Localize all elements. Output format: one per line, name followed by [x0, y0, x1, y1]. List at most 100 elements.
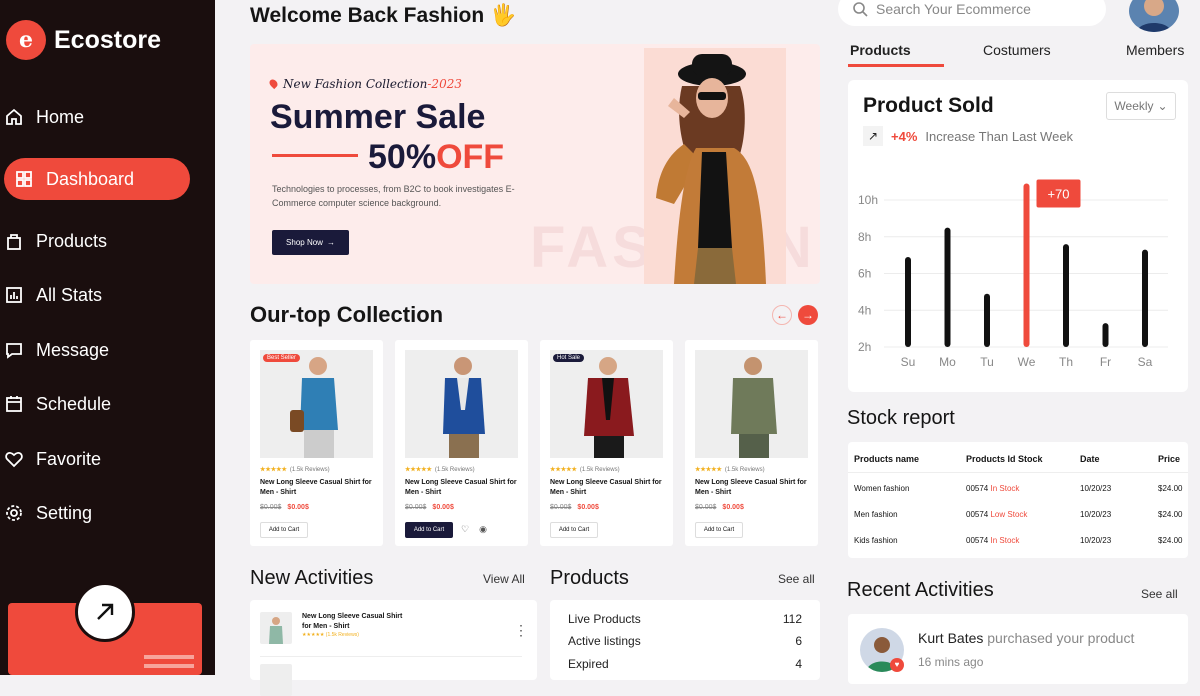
sidebar-item-dashboard[interactable]: Dashboard — [4, 158, 190, 200]
search-icon — [853, 2, 868, 17]
man-illustration — [290, 357, 338, 458]
product-card[interactable]: Hot Sale ★★★★★ (1.5k Reviews) New Long Sl… — [540, 340, 673, 546]
add-to-cart-button[interactable]: Add to Cart — [260, 522, 308, 538]
product-card[interactable]: ★★★★★ (1.5k Reviews) New Long Sleeve Casu… — [685, 340, 818, 546]
tab-costumers[interactable]: Costumers — [983, 42, 1051, 58]
product-price: $0.00$ $0.00$ — [260, 504, 309, 511]
see-all-link[interactable]: See all — [778, 572, 815, 586]
product-image — [260, 350, 373, 458]
tab-members[interactable]: Members — [1126, 42, 1184, 58]
activity-item[interactable]: New Long Sleeve Casual Shirt for Men - S… — [260, 612, 412, 644]
x-tick-label: Sa — [1138, 355, 1153, 369]
divider — [848, 472, 1188, 473]
product-price: $0.00$ $0.00$ — [405, 504, 454, 511]
brand-name: Ecostore — [54, 25, 161, 54]
stock-report-title: Stock report — [847, 407, 955, 429]
product-card[interactable]: ★★★★★ (1.5k Reviews) New Long Sleeve Casu… — [395, 340, 528, 546]
arrow-up-right-button[interactable] — [75, 582, 135, 642]
search-input[interactable]: Search Your Ecommerce — [876, 1, 1031, 17]
y-tick-label: 4h — [858, 303, 871, 317]
sidebar-item-products[interactable]: Products — [4, 220, 107, 262]
sidebar-item-all-stats[interactable]: All Stats — [4, 274, 102, 316]
man-illustration — [731, 357, 777, 458]
message-icon — [6, 343, 22, 359]
product-name[interactable]: New Long Sleeve Casual Shirt for Men - S… — [550, 478, 668, 498]
x-tick-label: Tu — [980, 355, 994, 369]
collection-title: Our-top Collection — [250, 302, 444, 327]
products-row-active[interactable]: Active listings 6 — [568, 634, 802, 648]
product-name[interactable]: New Long Sleeve Casual Shirt for Men - S… — [695, 478, 813, 498]
products-row-live[interactable]: Live Products 112 — [568, 612, 802, 626]
search-bar[interactable]: Search Your Ecommerce — [838, 0, 1106, 26]
x-tick-label: Su — [901, 355, 916, 369]
arrow-right-icon: → — [326, 238, 335, 247]
sidebar-item-label: Setting — [36, 502, 93, 523]
x-tick-label: We — [1018, 355, 1036, 369]
tab-products[interactable]: Products — [850, 42, 911, 58]
recent-activities-title: Recent Activities — [847, 579, 994, 601]
rating-stars: ★★★★★ (1.5k Reviews) — [550, 467, 620, 473]
drop-icon — [267, 77, 280, 90]
sidebar-item-label: Schedule — [36, 393, 112, 414]
product-name[interactable]: New Long Sleeve Casual Shirt for Men - S… — [260, 478, 378, 498]
add-to-cart-button[interactable]: Add to Cart — [550, 522, 598, 538]
chart-bar — [984, 293, 990, 347]
add-to-cart-button[interactable]: Add to Cart — [405, 522, 453, 538]
heart-icon: ♥ — [890, 658, 904, 672]
rating-stars: ★★★★★ (1.5k Reviews) — [695, 467, 765, 473]
see-all-link[interactable]: See all — [1141, 587, 1178, 601]
y-tick-label: 2h — [858, 340, 871, 354]
heart-icon[interactable]: ♡ — [459, 524, 471, 536]
y-tick-label: 6h — [858, 267, 871, 281]
sidebar-item-label: Dashboard — [46, 168, 135, 189]
sidebar-item-schedule[interactable]: Schedule — [4, 383, 111, 425]
man-illustration — [584, 357, 634, 458]
recent-activity-item[interactable]: ♥ Kurt Bates purchased your product 16 m… — [848, 614, 1188, 684]
bag-icon — [7, 234, 21, 250]
activity-time: 16 mins ago — [918, 655, 984, 669]
grid-icon — [16, 171, 32, 187]
arrow-left-icon: ← — [776, 308, 788, 322]
avatar[interactable] — [1129, 0, 1179, 32]
gear-icon — [6, 505, 22, 521]
collection-next-button[interactable]: → — [798, 305, 818, 325]
active-tab-indicator — [848, 64, 944, 67]
activity-stars: ★★★★★ (1.5k Reviews) — [302, 632, 359, 638]
sidebar-item-label: Message — [36, 339, 110, 360]
chart-bar — [1142, 249, 1148, 347]
collection-prev-button[interactable]: ← — [772, 305, 792, 325]
more-icon[interactable]: ⋮ — [514, 622, 528, 639]
sidebar-item-setting[interactable]: Setting — [4, 492, 92, 534]
sidebar-item-label: Favorite — [36, 448, 102, 469]
shop-now-button[interactable]: Shop Now → — [272, 230, 349, 255]
y-tick-label: 8h — [858, 230, 871, 244]
activity-thumbnail — [260, 664, 292, 696]
hero-subtitle: New Fashion Collection-2023 — [267, 77, 462, 91]
rating-stars: ★★★★★ (1.5k Reviews) — [405, 467, 475, 473]
chart-bar — [905, 256, 911, 347]
product-sold-chart: 2h 4h 6h 8h 10h Su Mo Tu We +70 Th Fr Sa — [858, 179, 1168, 369]
sidebar-item-label: Products — [36, 230, 108, 251]
product-name[interactable]: New Long Sleeve Casual Shirt for Men - S… — [405, 478, 523, 498]
arrow-right-icon: → — [802, 308, 814, 322]
chart-bar — [1063, 244, 1069, 347]
sidebar-item-favorite[interactable]: Favorite — [4, 438, 101, 480]
page-title: Welcome Back Fashion 🖐 — [250, 4, 517, 27]
hero-title: Summer Sale — [270, 98, 486, 136]
home-icon — [6, 108, 22, 125]
brand-logo[interactable]: e Ecostore — [6, 20, 161, 60]
sidebar: e Ecostore Home Dashboard Products All S… — [0, 0, 215, 675]
view-all-link[interactable]: View All — [483, 572, 525, 586]
promo-lines — [144, 655, 194, 673]
wave-icon: 🖐 — [490, 4, 517, 27]
eye-icon[interactable]: ◉ — [477, 524, 489, 536]
sidebar-item-home[interactable]: Home — [4, 96, 84, 138]
product-card[interactable]: Best Seller ★★★★★ (1.5k Reviews) New Long… — [250, 340, 383, 546]
man-illustration — [443, 357, 485, 458]
sidebar-item-message[interactable]: Message — [4, 329, 109, 371]
products-row-expired[interactable]: Expired 4 — [568, 657, 802, 671]
chart-bar — [1023, 183, 1030, 347]
card-badge: Hot Sale — [553, 354, 585, 362]
add-to-cart-button[interactable]: Add to Cart — [695, 522, 743, 538]
highlight-label: +70 — [1047, 186, 1069, 201]
